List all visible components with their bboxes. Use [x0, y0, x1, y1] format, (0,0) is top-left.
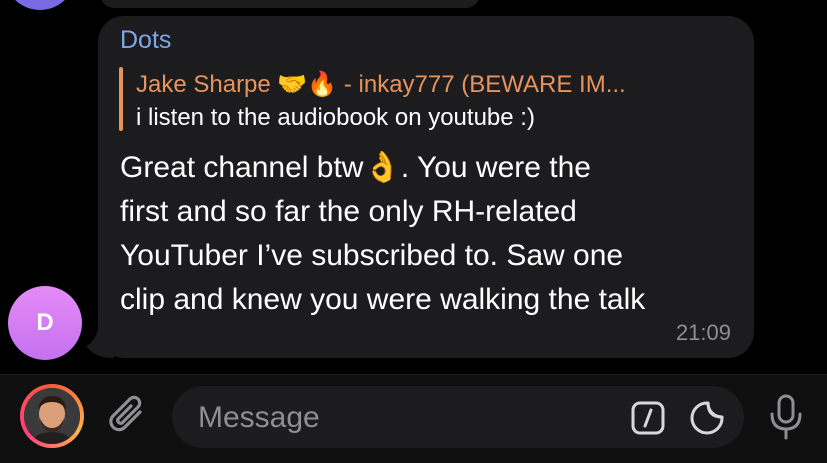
reply-text[interactable]: i listen to the audiobook on youtube :) [136, 104, 535, 132]
message-time: 21:09 [675, 320, 731, 345]
bubble-tail [70, 314, 114, 358]
profile-avatar[interactable] [20, 384, 84, 448]
message-input[interactable] [196, 386, 620, 450]
message-line: Great channel btw👌. You were the [120, 151, 591, 184]
previous-message-bubble[interactable] [100, 0, 480, 8]
message-line: YouTuber I’ve subscribed to. Saw one [120, 239, 624, 272]
message-line: clip and knew you were walking the talk [120, 283, 646, 316]
microphone-icon[interactable] [766, 392, 806, 447]
sticker-icon[interactable] [687, 398, 727, 443]
sender-initial: D [36, 309, 54, 336]
reply-accent-bar [119, 67, 123, 131]
message-line: first and so far the only RH-related [120, 195, 577, 228]
message-text: Great channel btw👌. You were the first a… [120, 146, 740, 322]
slash-command-icon[interactable] [628, 398, 668, 443]
paperclip-icon[interactable] [104, 392, 152, 445]
reply-author[interactable]: Jake Sharpe 🤝🔥 - inkay777 (BEWARE IM... [136, 70, 626, 99]
profile-avatar-image [24, 388, 80, 444]
previous-sender-avatar[interactable] [4, 0, 76, 10]
sender-avatar[interactable]: D [8, 286, 82, 360]
sender-name[interactable]: Dots [120, 26, 171, 55]
